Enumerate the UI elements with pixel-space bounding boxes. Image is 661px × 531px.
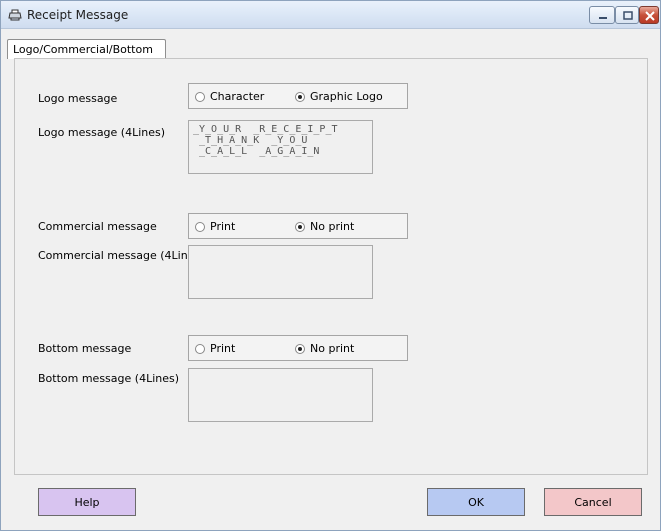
commercial-message-textarea[interactable] xyxy=(188,245,373,299)
maximize-button[interactable] xyxy=(615,6,639,24)
radio-label: Graphic Logo xyxy=(310,90,383,103)
window-title: Receipt Message xyxy=(27,8,129,22)
radio-circle-checked xyxy=(295,343,305,354)
commercial-print-radio[interactable]: Print xyxy=(195,220,235,233)
printer-icon xyxy=(8,9,22,21)
logo-lines-label: Logo message (4Lines) xyxy=(38,126,166,139)
bottom-message-options: Print No print xyxy=(188,335,408,361)
radio-circle xyxy=(195,91,205,102)
radio-label: No print xyxy=(310,220,355,233)
commercial-message-label: Commercial message xyxy=(38,220,157,233)
radio-label: Print xyxy=(210,342,236,355)
bottom-print-radio[interactable]: Print xyxy=(195,342,235,355)
close-icon xyxy=(645,11,655,21)
radio-circle-checked xyxy=(295,221,305,232)
ok-button[interactable]: OK xyxy=(427,488,525,516)
tab-label: Logo/Commercial/Bottom xyxy=(13,43,153,56)
radio-circle-checked xyxy=(295,91,305,102)
commercial-no-print-radio[interactable]: No print xyxy=(295,220,354,233)
logo-message-options: Character Graphic Logo xyxy=(188,83,408,109)
minimize-button[interactable] xyxy=(589,6,615,24)
logo-message-label: Logo message xyxy=(38,92,118,105)
maximize-icon xyxy=(623,11,633,20)
minimize-icon xyxy=(599,17,607,19)
radio-label: Character xyxy=(210,90,265,103)
logo-line-3: _C_A_L_L _A_G_A_I_N xyxy=(193,146,320,157)
commercial-message-options: Print No print xyxy=(188,213,408,239)
close-button[interactable] xyxy=(639,6,659,24)
bottom-message-textarea[interactable] xyxy=(188,368,373,422)
title-bar[interactable]: Receipt Message xyxy=(1,1,660,29)
radio-circle xyxy=(195,343,205,354)
radio-label: Print xyxy=(210,220,236,233)
bottom-message-label: Bottom message xyxy=(38,342,132,355)
logo-message-textarea[interactable]: _Y_O_U_R _R_E_C_E_I_P_T _T_H_A_N_K _Y_O_… xyxy=(188,120,373,174)
bottom-lines-label: Bottom message (4Lines) xyxy=(38,372,180,385)
radio-circle xyxy=(195,221,205,232)
logo-line-2: _T_H_A_N_K _Y_O_U xyxy=(193,135,308,146)
bottom-no-print-radio[interactable]: No print xyxy=(295,342,354,355)
commercial-lines-label: Commercial message (4Lines) xyxy=(38,249,205,262)
logo-graphic-radio[interactable]: Graphic Logo xyxy=(295,90,383,103)
logo-character-radio[interactable]: Character xyxy=(195,90,264,103)
radio-label: No print xyxy=(310,342,355,355)
tab-logo-commercial-bottom[interactable]: Logo/Commercial/Bottom xyxy=(7,39,166,59)
help-button[interactable]: Help xyxy=(38,488,136,516)
logo-line-1: _Y_O_U_R _R_E_C_E_I_P_T xyxy=(193,124,338,135)
receipt-message-window: Receipt Message Logo/Commercial/Bottom L… xyxy=(0,0,661,531)
cancel-button[interactable]: Cancel xyxy=(544,488,642,516)
